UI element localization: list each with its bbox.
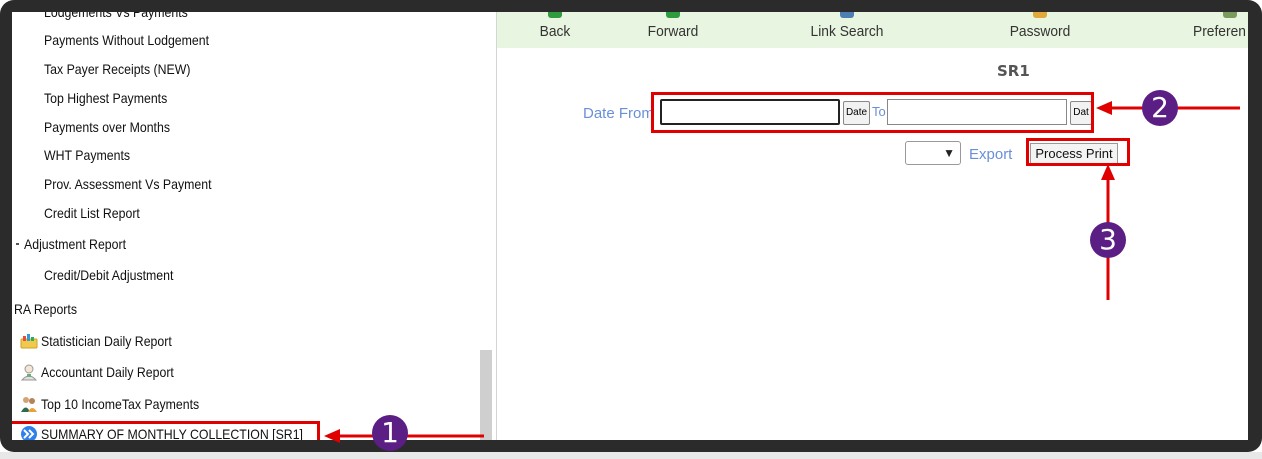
annotation-arrows (324, 101, 1240, 443)
step-badge-2: 2 (1142, 90, 1178, 126)
arrow-2-head (1096, 101, 1112, 115)
step-badge-3: 3 (1090, 222, 1126, 258)
arrow-3-head (1101, 164, 1115, 180)
arrow-1-head (324, 429, 340, 443)
step-badge-1: 1 (372, 415, 408, 451)
